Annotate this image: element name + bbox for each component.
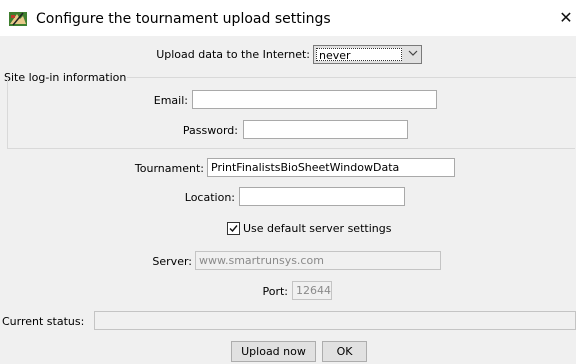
status-field bbox=[94, 311, 576, 330]
group-divider-top bbox=[127, 77, 576, 78]
default-server-checkbox[interactable] bbox=[227, 222, 240, 235]
server-label: Server: bbox=[152, 255, 192, 268]
password-field[interactable] bbox=[243, 120, 408, 139]
password-label: Password: bbox=[182, 124, 238, 137]
email-label: Email: bbox=[153, 94, 188, 107]
upload-frequency-select[interactable]: never bbox=[313, 45, 422, 64]
title-bar: Configure the tournament upload settings… bbox=[0, 0, 576, 36]
close-icon[interactable]: ✕ bbox=[556, 8, 576, 28]
upload-selected-value: never bbox=[316, 48, 402, 62]
email-field[interactable] bbox=[192, 90, 437, 109]
app-icon bbox=[9, 12, 27, 26]
upload-now-button[interactable]: Upload now bbox=[231, 341, 316, 362]
location-field[interactable] bbox=[239, 187, 405, 206]
port-label: Port: bbox=[262, 285, 288, 298]
location-label: Location: bbox=[184, 191, 235, 204]
status-label: Current status: bbox=[2, 315, 85, 328]
login-group-title: Site log-in information bbox=[4, 71, 127, 84]
chevron-down-icon[interactable] bbox=[406, 46, 420, 63]
group-divider-bottom bbox=[7, 148, 575, 149]
port-field[interactable]: 12644 bbox=[292, 281, 332, 300]
server-field[interactable]: www.smartrunsys.com bbox=[195, 251, 441, 270]
ok-button[interactable]: OK bbox=[322, 341, 367, 362]
tournament-field[interactable]: PrintFinalistsBioSheetWindowData bbox=[207, 158, 455, 177]
tournament-label: Tournament: bbox=[134, 162, 204, 175]
window-title: Configure the tournament upload settings bbox=[36, 11, 331, 27]
default-server-label[interactable]: Use default server settings bbox=[243, 222, 391, 235]
group-divider-left bbox=[7, 77, 8, 149]
upload-label: Upload data to the Internet: bbox=[156, 48, 310, 61]
